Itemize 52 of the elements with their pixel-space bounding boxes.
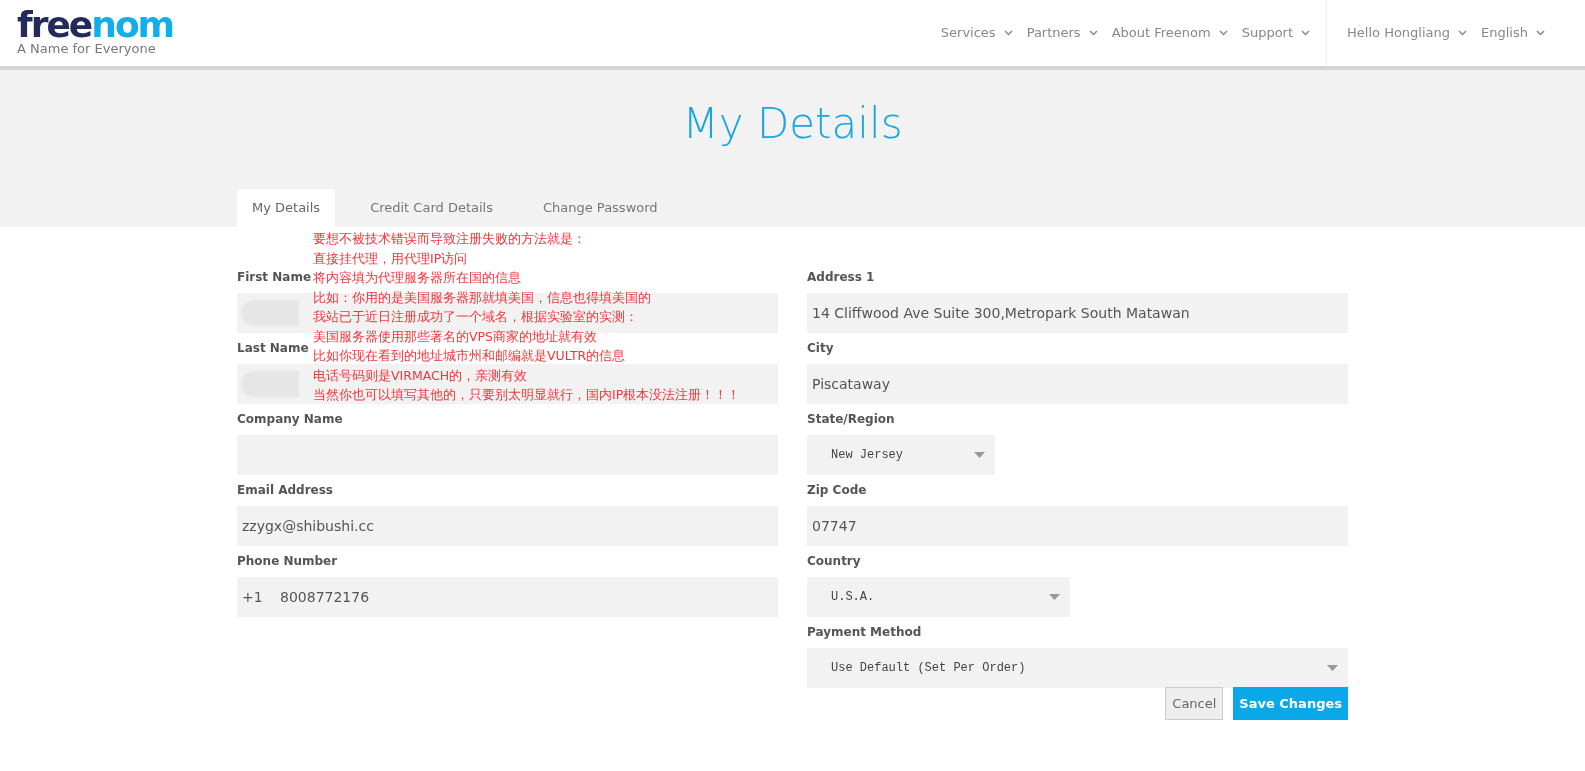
annotation-line: 要想不被技术错误而导致注册失败的方法就是： — [313, 230, 586, 248]
cancel-button[interactable]: Cancel — [1165, 687, 1224, 720]
annotation-line: 比如：你用的是美国服务器那就填美国，信息也得填美国的 — [313, 288, 651, 307]
field-label: Phone Number — [237, 553, 338, 569]
field-label: First Name — [237, 269, 312, 285]
chevron-down-icon — [1458, 30, 1468, 36]
field-label: State/Region — [807, 411, 895, 427]
account-menu-item[interactable]: English — [1481, 23, 1545, 43]
tab[interactable]: Credit Card Details — [355, 189, 508, 227]
chevron-down-icon — [1088, 30, 1098, 36]
logo-tagline: A Name for Everyone — [17, 41, 156, 57]
dropdown-caret-icon — [974, 452, 985, 458]
annotation-line: 当然你也可以填写其他的，只要别太明显就行，国内IP根本没法注册！！！ — [313, 386, 741, 404]
input-field[interactable] — [237, 364, 778, 404]
input-field[interactable]: zzygx@shibushi.cc — [237, 506, 778, 546]
nav-menu-item[interactable]: Partners — [1026, 23, 1098, 43]
chevron-down-icon — [1218, 30, 1228, 36]
annotation-line: 比如你现在看到的地址城市州和邮编就是VULTR的信息 — [313, 347, 626, 365]
input-field[interactable]: Piscataway — [807, 364, 1348, 404]
tab[interactable]: Change Password — [527, 189, 673, 227]
field-label: Zip Code — [807, 482, 867, 498]
annotation-line: 我站已于近日注册成功了一个域名，根据实验室的实测： — [313, 308, 638, 326]
annotation-line: 直接挂代理，用代理IP访问 — [313, 249, 468, 268]
field-label: Company Name — [237, 411, 343, 427]
select-field[interactable]: U.S.A. — [807, 577, 1070, 617]
select-field[interactable]: Use Default (Set Per Order) — [807, 648, 1348, 688]
field-label: Address 1 — [807, 269, 875, 285]
input-field[interactable]: 14 Cliffwood Ave Suite 300,Metropark South Matawan — [807, 293, 1348, 333]
dropdown-caret-icon — [1327, 665, 1338, 671]
field-label: Email Address — [237, 482, 333, 498]
tab[interactable]: My Details — [237, 189, 336, 227]
chevron-down-icon — [1301, 30, 1311, 36]
freenom-logo[interactable]: freenom — [17, 9, 174, 41]
account-menu-item[interactable]: Hello Hongliang — [1347, 23, 1468, 43]
nav-menu-item[interactable]: Support — [1241, 23, 1311, 43]
chevron-down-icon — [1003, 30, 1013, 36]
field-label: City — [807, 340, 834, 356]
chevron-down-icon — [1536, 30, 1545, 36]
input-field[interactable]: 07747 — [807, 506, 1348, 546]
select-field[interactable]: New Jersey — [807, 435, 995, 475]
nav-menu-item[interactable]: About Freenom — [1111, 23, 1228, 43]
country-code-prefix: +1 — [241, 587, 264, 607]
field-label: Country — [807, 553, 861, 569]
annotation-line: 电话号码则是VIRMACH的，亲测有效 — [313, 366, 528, 385]
annotation-line: 美国服务器使用那些著名的VPS商家的地址就有效 — [313, 327, 598, 346]
page-title: My Details — [682, 98, 903, 150]
dropdown-caret-icon — [1049, 594, 1060, 600]
field-label: Last Name — [237, 340, 309, 356]
field-label: Payment Method — [807, 624, 922, 640]
input-field[interactable]: 8008772176 — [280, 577, 778, 617]
annotation-line: 将内容填为代理服务器所在国的信息 — [313, 269, 521, 287]
nav-menu-item[interactable]: Services — [940, 23, 1013, 43]
